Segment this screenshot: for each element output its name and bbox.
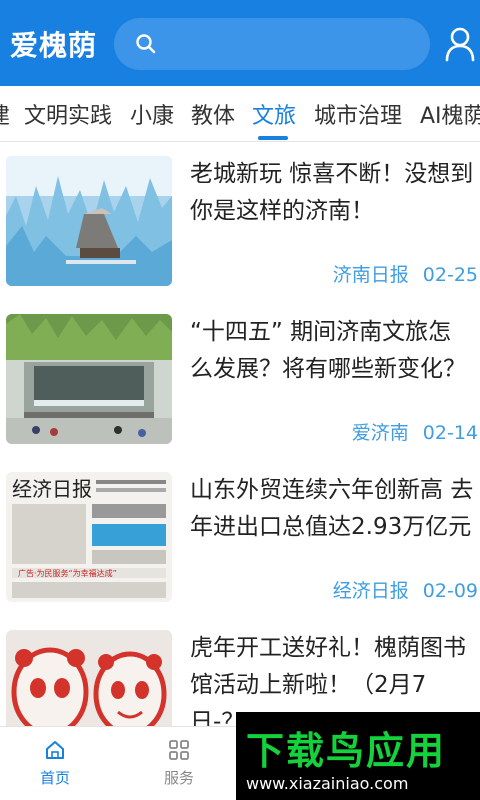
watermark-title: 下载鸟应用 <box>246 729 447 773</box>
news-thumbnail <box>6 630 172 726</box>
app-logo[interactable]: 爱槐荫 <box>10 24 97 64</box>
watermark-banner: 下载鸟应用 www.xiazainiao.com <box>236 712 480 800</box>
tab-item[interactable]: 文明实践 <box>24 98 112 130</box>
news-date: 02-25 <box>422 264 478 286</box>
news-thumbnail <box>6 156 172 286</box>
news-list: 老城新玩 惊喜不断！没想到你是这样的济南！ 济南日报 02-25 “十四五” 期… <box>0 142 480 726</box>
news-title: “十四五” 期间济南文旅怎么发展？将有哪些新变化？ <box>190 319 466 382</box>
news-source: 爱济南 <box>351 422 409 444</box>
news-title: 老城新玩 惊喜不断！没想到你是这样的济南！ <box>190 161 474 224</box>
news-source: 济南日报 <box>332 264 409 286</box>
news-source: 经济日报 <box>332 580 409 602</box>
news-item[interactable]: 经济日报 广告·为民服务“为幸福达成” 山东外贸连续六年创新高 去年进出口总值达… <box>0 458 480 608</box>
tab-item[interactable]: 建 <box>0 98 10 130</box>
tab-item[interactable]: 城市治理 <box>314 98 402 130</box>
active-tab-indicator <box>258 136 288 140</box>
home-icon <box>46 741 64 759</box>
grid-icon <box>169 740 189 760</box>
search-icon <box>136 34 156 54</box>
news-date: 02-14 <box>422 422 478 444</box>
tab-item[interactable]: 教体 <box>191 98 235 130</box>
news-item[interactable]: “十四五” 期间济南文旅怎么发展？将有哪些新变化？ 爱济南 02-14 <box>0 300 480 450</box>
nav-home-label: 首页 <box>39 769 70 787</box>
user-icon[interactable] <box>444 26 476 62</box>
news-item[interactable]: 老城新玩 惊喜不断！没想到你是这样的济南！ 济南日报 02-25 <box>0 142 480 292</box>
tab-wenlv[interactable]: 文旅 <box>252 98 296 130</box>
newspaper-masthead: 经济日报 <box>12 477 92 501</box>
tab-item[interactable]: AI槐荫 <box>420 98 480 130</box>
news-item[interactable]: 虎年开工送好礼！槐荫图书馆活动上新啦！（2月7日-？ <box>0 616 480 726</box>
nav-services-label: 服务 <box>163 769 194 787</box>
news-thumbnail <box>6 314 172 444</box>
news-meta: 济南日报 02-25 <box>333 260 478 287</box>
app-header: 爱槐荫 <box>0 0 480 86</box>
news-title: 山东外贸连续六年创新高 去年进出口总值达2.93万亿元 <box>190 477 474 540</box>
category-tabs: 建 文明实践 小康 教体 文旅 城市治理 AI槐荫 <box>0 86 480 142</box>
news-thumbnail: 经济日报 广告·为民服务“为幸福达成” <box>6 472 172 602</box>
tab-item[interactable]: 小康 <box>130 98 174 130</box>
newspaper-banner: 广告·为民服务“为幸福达成” <box>18 568 117 578</box>
news-date: 02-09 <box>422 580 478 602</box>
search-bar[interactable] <box>114 18 430 70</box>
nav-home[interactable]: 首页 <box>0 727 110 800</box>
news-meta: 经济日报 02-09 <box>333 576 478 603</box>
news-meta: 爱济南 02-14 <box>352 418 478 445</box>
nav-services[interactable]: 服务 <box>124 727 234 800</box>
watermark-url: www.xiazainiao.com <box>246 774 409 793</box>
